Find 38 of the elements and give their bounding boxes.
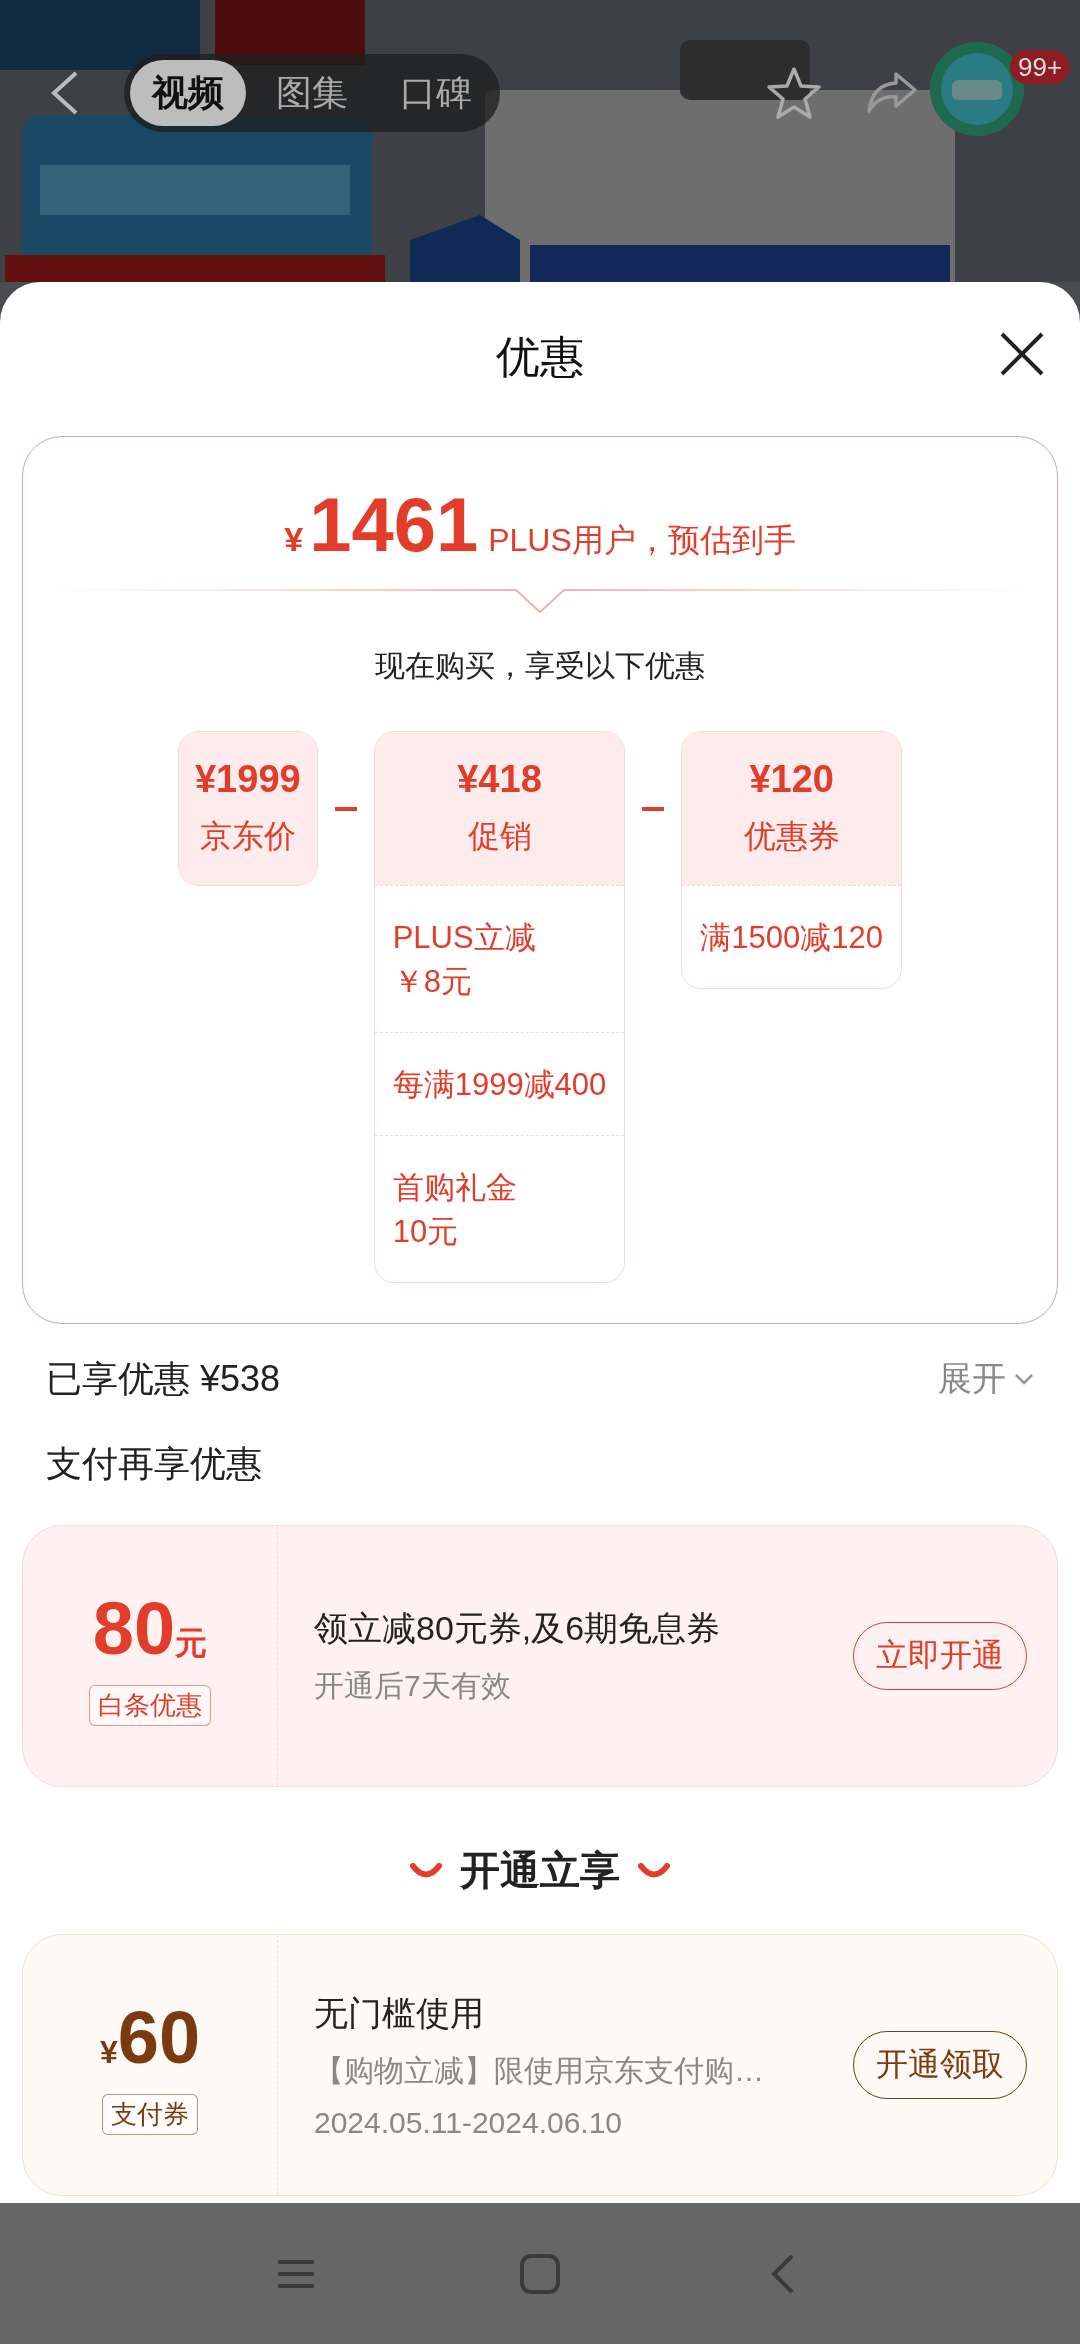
media-tab[interactable]: 口碑 <box>378 60 494 126</box>
breakdown-label: 京东价 <box>199 817 296 856</box>
breakdown-label: 优惠券 <box>743 817 840 856</box>
breakdown-label: 促销 <box>467 817 532 856</box>
section-title: 开通立享 <box>460 1847 620 1894</box>
home-icon[interactable] <box>518 2251 562 2296</box>
sheet-title: 优惠 <box>496 330 584 383</box>
breakdown-detail: PLUS立减 ￥8元 <box>374 885 625 1032</box>
share-icon[interactable] <box>866 70 918 114</box>
breakdown-detail: 首购礼金 10元 <box>374 1135 625 1282</box>
breakdown-detail: 每满1999减400 <box>374 1032 625 1135</box>
estimated-price: ¥1461 PLUS用户，预估到手 <box>284 481 796 568</box>
media-tab[interactable]: 图集 <box>254 60 370 126</box>
breakdown-amount: ¥1999 <box>194 758 301 801</box>
chevron-down-icon <box>1014 1373 1034 1385</box>
coupon-tag: 支付券 <box>102 2094 198 2135</box>
coupon-date: 2024.05.11-2024.06.10 <box>314 2105 624 2140</box>
count-badge: 99+ <box>1010 50 1071 84</box>
media-tab[interactable]: 视频 <box>130 60 246 126</box>
section-title: 支付再享优惠 <box>45 1442 263 1486</box>
breakdown-detail: 满1500减120 <box>682 885 902 988</box>
coupon-amount: 80元 <box>92 1586 208 1671</box>
coupon-description: 【购物立减】限使用京东支付购… <box>314 2052 765 2089</box>
coupon-title: 领立减80元券,及6期免息券 <box>314 1607 722 1649</box>
coupon-description: 开通后7天有效 <box>314 1667 512 1704</box>
saved-total: 已享优惠 ¥538 <box>46 1356 281 1401</box>
discount-subtitle: 现在购买，享受以下优惠 <box>375 648 705 684</box>
minus-icon <box>642 806 665 811</box>
star-icon[interactable] <box>766 66 822 120</box>
breakdown-amount: ¥418 <box>457 758 542 801</box>
coupon-amount: ¥60 <box>99 1995 201 2080</box>
coupon-title: 无门槛使用 <box>314 1992 485 2034</box>
breakdown-amount: ¥120 <box>749 758 834 801</box>
minus-icon <box>334 806 357 811</box>
smile-icon <box>410 1862 442 1879</box>
expand-button[interactable]: 展开 <box>938 1356 1034 1402</box>
coupon-tag: 白条优惠 <box>89 1685 211 1726</box>
smile-icon <box>638 1862 670 1879</box>
